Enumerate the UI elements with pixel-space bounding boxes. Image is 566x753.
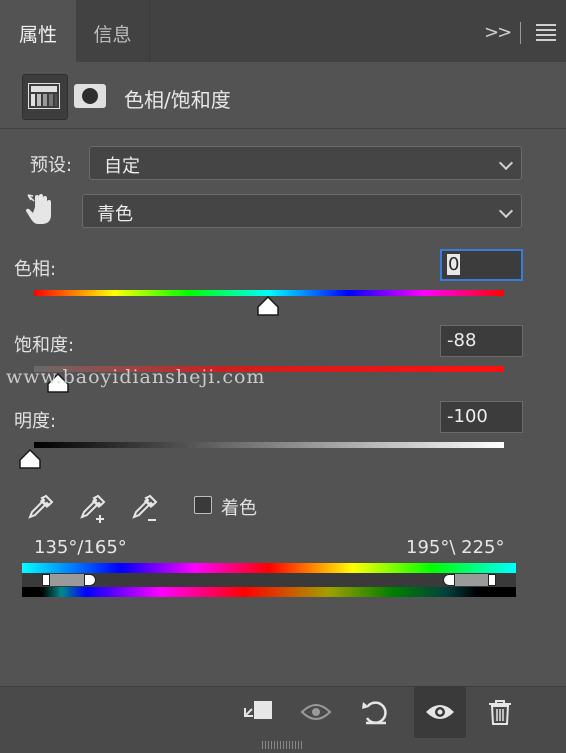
lightness-slider-track[interactable] (34, 442, 504, 448)
adjusted-color-bar (22, 587, 516, 597)
panel-resize-grip[interactable] (262, 741, 302, 749)
hue-input[interactable]: 0 (440, 249, 523, 281)
toggle-visibility-icon[interactable] (424, 696, 456, 728)
preset-dropdown[interactable]: 自定 (89, 146, 522, 180)
range-left-inner-handle[interactable] (84, 574, 96, 586)
saturation-input[interactable]: -88 (440, 325, 523, 357)
hue-saturation-icon (28, 83, 60, 109)
lightness-slider-thumb[interactable] (19, 449, 41, 469)
chevron-down-icon (498, 155, 514, 171)
lightness-label: 明度: (14, 411, 57, 432)
range-right-inner-handle[interactable] (443, 574, 455, 586)
layer-mask-icon[interactable] (74, 84, 106, 108)
range-right-outer-handle[interactable] (488, 574, 496, 586)
adjustment-title: 色相/饱和度 (124, 88, 231, 112)
lightness-input[interactable]: -100 (440, 401, 523, 433)
eyedropper-icon[interactable] (24, 492, 56, 524)
target-adjust-hand-icon[interactable] (26, 193, 56, 227)
source-color-bar (22, 563, 516, 573)
colorize-label[interactable]: 着色 (221, 494, 257, 520)
tab-separator (520, 22, 521, 44)
clip-to-layer-icon[interactable] (242, 696, 274, 728)
hue-slider-thumb[interactable] (257, 296, 279, 316)
hamburger-menu-icon[interactable] (536, 24, 556, 41)
channel-dropdown[interactable]: 青色 (82, 194, 522, 228)
range-left-outer-handle[interactable] (42, 574, 50, 586)
tab-info[interactable]: 信息 (76, 0, 150, 62)
hue-label: 色相: (14, 259, 57, 280)
channel-value: 青色 (97, 204, 133, 225)
view-previous-state-icon[interactable] (300, 696, 332, 728)
reset-icon[interactable] (360, 696, 392, 728)
colorize-checkbox[interactable] (194, 496, 212, 514)
eyedropper-subtract-icon[interactable] (128, 492, 160, 524)
chevron-down-icon (498, 203, 514, 219)
range-right-readout: 195°\ 225° (406, 537, 505, 558)
eyedropper-add-icon[interactable] (76, 492, 108, 524)
color-range-slider[interactable] (22, 573, 516, 587)
tab-properties[interactable]: 属性 (0, 0, 76, 62)
preset-label: 预设: (30, 155, 73, 176)
delete-icon[interactable] (484, 696, 516, 728)
saturation-label: 饱和度: (14, 335, 75, 356)
preset-value: 自定 (104, 156, 140, 177)
watermark-text: www.baoyidiansheji.com (6, 366, 266, 388)
range-left-readout: 135°/165° (34, 537, 127, 558)
double-chevron-right-icon[interactable]: >> (484, 22, 512, 43)
